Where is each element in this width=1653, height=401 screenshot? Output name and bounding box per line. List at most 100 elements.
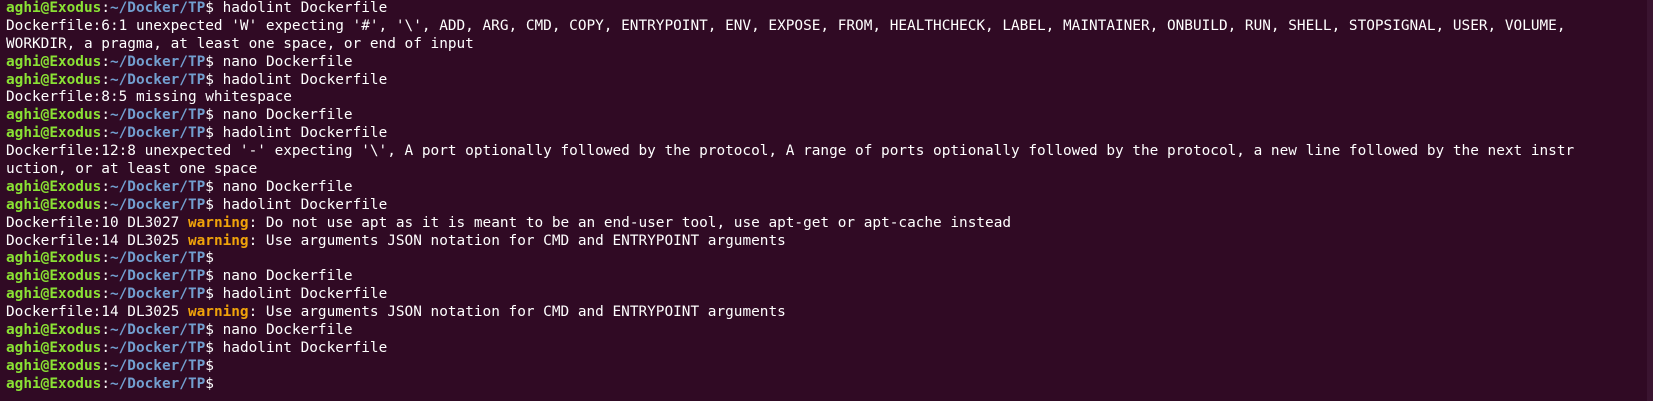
terminal-window[interactable]: aghi@Exodus:~/Docker/TP$ hadolint Docker… (0, 0, 1653, 401)
prompt-line: aghi@Exodus:~/Docker/TP$ hadolint Docker… (6, 197, 1653, 215)
prompt-separator: : (101, 125, 110, 142)
command-text: nano Dockerfile (222, 53, 353, 70)
command-text: nano Dockerfile (222, 178, 353, 195)
prompt-line: aghi@Exodus:~/Docker/TP$ nano Dockerfile (6, 268, 1653, 286)
prompt-separator: : (101, 107, 110, 124)
prompt-symbol: $ (205, 286, 223, 303)
prompt-user: aghi@Exodus (6, 375, 102, 392)
warning-message: : Use arguments JSON notation for CMD an… (248, 304, 786, 321)
command-text: nano Dockerfile (222, 107, 353, 124)
prompt-path: ~/Docker/TP (109, 125, 206, 142)
prompt-user: aghi@Exodus (6, 196, 102, 213)
output-text: Dockerfile:12:8 unexpected '-' expecting… (6, 143, 1575, 160)
prompt-line: aghi@Exodus:~/Docker/TP$ hadolint Docker… (6, 72, 1653, 90)
prompt-separator: : (101, 322, 110, 339)
prompt-user: aghi@Exodus (6, 53, 102, 70)
output-text: WORKDIR, a pragma, at least one space, o… (6, 35, 474, 52)
prompt-user: aghi@Exodus (6, 0, 102, 16)
prompt-path: ~/Docker/TP (109, 357, 206, 374)
warning-line: Dockerfile:10 DL3027 warning: Do not use… (6, 215, 1653, 233)
output-text: Dockerfile:8:5 missing whitespace (6, 89, 292, 106)
prompt-symbol: $ (205, 178, 223, 195)
prompt-path: ~/Docker/TP (109, 178, 206, 195)
output-text: Dockerfile:6:1 unexpected 'W' expecting … (6, 17, 1566, 34)
prompt-separator: : (101, 250, 110, 267)
prompt-line: aghi@Exodus:~/Docker/TP$ nano Dockerfile (6, 107, 1653, 125)
prompt-symbol: $ (205, 125, 223, 142)
prompt-symbol: $ (205, 375, 223, 392)
warning-location: Dockerfile:14 DL3025 (6, 232, 188, 249)
warning-location: Dockerfile:14 DL3025 (6, 304, 188, 321)
prompt-separator: : (101, 196, 110, 213)
output-line: WORKDIR, a pragma, at least one space, o… (6, 36, 1653, 54)
prompt-symbol: $ (205, 53, 223, 70)
warning-level: warning (187, 214, 249, 231)
prompt-path: ~/Docker/TP (109, 268, 206, 285)
prompt-symbol: $ (205, 268, 223, 285)
output-line: uction, or at least one space (6, 161, 1653, 179)
warning-line: Dockerfile:14 DL3025 warning: Use argume… (6, 233, 1653, 251)
prompt-separator: : (101, 375, 110, 392)
prompt-line: aghi@Exodus:~/Docker/TP$ nano Dockerfile (6, 54, 1653, 72)
command-text: hadolint Dockerfile (222, 339, 388, 356)
warning-level: warning (187, 304, 249, 321)
prompt-separator: : (101, 53, 110, 70)
command-text: hadolint Dockerfile (222, 196, 388, 213)
prompt-line: aghi@Exodus:~/Docker/TP$ (6, 358, 1653, 376)
command-text: hadolint Dockerfile (222, 0, 388, 16)
prompt-user: aghi@Exodus (6, 125, 102, 142)
output-line: Dockerfile:6:1 unexpected 'W' expecting … (6, 18, 1653, 36)
terminal-scrollbar[interactable] (1647, 0, 1653, 401)
warning-line: Dockerfile:14 DL3025 warning: Use argume… (6, 304, 1653, 322)
prompt-user: aghi@Exodus (6, 107, 102, 124)
prompt-path: ~/Docker/TP (109, 375, 206, 392)
prompt-path: ~/Docker/TP (109, 250, 206, 267)
prompt-separator: : (101, 178, 110, 195)
prompt-path: ~/Docker/TP (109, 322, 206, 339)
prompt-path: ~/Docker/TP (109, 0, 206, 16)
command-text: hadolint Dockerfile (222, 71, 388, 88)
prompt-line: aghi@Exodus:~/Docker/TP$ (6, 376, 1653, 394)
prompt-separator: : (101, 268, 110, 285)
warning-level: warning (187, 232, 249, 249)
prompt-line: aghi@Exodus:~/Docker/TP$ hadolint Docker… (6, 0, 1653, 18)
prompt-symbol: $ (205, 0, 223, 16)
prompt-symbol: $ (205, 71, 223, 88)
prompt-user: aghi@Exodus (6, 357, 102, 374)
output-line: Dockerfile:12:8 unexpected '-' expecting… (6, 143, 1653, 161)
prompt-line: aghi@Exodus:~/Docker/TP$ nano Dockerfile (6, 179, 1653, 197)
prompt-line: aghi@Exodus:~/Docker/TP$ hadolint Docker… (6, 286, 1653, 304)
prompt-separator: : (101, 71, 110, 88)
prompt-line: aghi@Exodus:~/Docker/TP$ hadolint Docker… (6, 340, 1653, 358)
command-text: nano Dockerfile (222, 322, 353, 339)
prompt-path: ~/Docker/TP (109, 71, 206, 88)
prompt-symbol: $ (205, 322, 223, 339)
command-text: hadolint Dockerfile (222, 125, 388, 142)
warning-message: : Do not use apt as it is meant to be an… (248, 214, 1012, 231)
terminal-output[interactable]: aghi@Exodus:~/Docker/TP$ hadolint Docker… (6, 0, 1653, 394)
prompt-user: aghi@Exodus (6, 178, 102, 195)
prompt-path: ~/Docker/TP (109, 53, 206, 70)
prompt-separator: : (101, 0, 110, 16)
prompt-user: aghi@Exodus (6, 268, 102, 285)
prompt-user: aghi@Exodus (6, 71, 102, 88)
prompt-symbol: $ (205, 357, 223, 374)
output-text: uction, or at least one space (6, 161, 258, 178)
prompt-user: aghi@Exodus (6, 322, 102, 339)
prompt-symbol: $ (205, 107, 223, 124)
prompt-path: ~/Docker/TP (109, 339, 206, 356)
prompt-separator: : (101, 339, 110, 356)
prompt-separator: : (101, 357, 110, 374)
prompt-line: aghi@Exodus:~/Docker/TP$ hadolint Docker… (6, 125, 1653, 143)
prompt-line: aghi@Exodus:~/Docker/TP$ nano Dockerfile (6, 322, 1653, 340)
prompt-user: aghi@Exodus (6, 286, 102, 303)
command-text: hadolint Dockerfile (222, 286, 388, 303)
command-text: nano Dockerfile (222, 268, 353, 285)
warning-location: Dockerfile:10 DL3027 (6, 214, 188, 231)
output-line: Dockerfile:8:5 missing whitespace (6, 89, 1653, 107)
prompt-user: aghi@Exodus (6, 250, 102, 267)
prompt-symbol: $ (205, 250, 223, 267)
prompt-path: ~/Docker/TP (109, 286, 206, 303)
prompt-symbol: $ (205, 196, 223, 213)
prompt-path: ~/Docker/TP (109, 107, 206, 124)
